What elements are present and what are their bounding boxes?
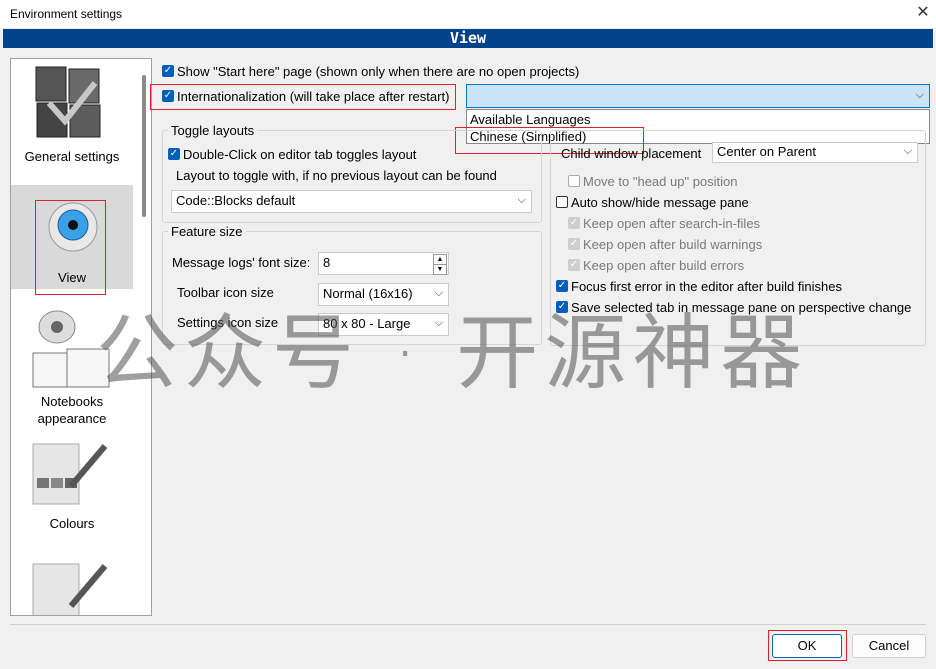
double-click-toggle-checkbox[interactable]: ✓ (168, 148, 180, 160)
show-start-here-checkbox[interactable]: ✓ (162, 65, 174, 77)
sidebar-item-colours[interactable]: Colours (11, 434, 133, 539)
feature-size-title: Feature size (168, 224, 246, 239)
font-size-label: Message logs' font size: (172, 255, 311, 270)
scrollbar-thumb[interactable] (142, 75, 146, 217)
spin-down-icon[interactable]: ▼ (433, 264, 447, 275)
general-settings-icon (35, 66, 101, 138)
highlight-box-ok (768, 630, 847, 661)
child-window-placement-label: Child window placement (561, 146, 702, 161)
highlight-box-internationalization (150, 84, 456, 110)
footer-divider (10, 624, 926, 625)
highlight-box-view (35, 200, 106, 295)
palette-icon (32, 443, 108, 505)
show-start-here-label: Show "Start here" page (shown only when … (177, 64, 580, 79)
keep-open-errors-label: Keep open after build errors (583, 258, 745, 273)
font-size-spinner[interactable]: 8 ▲ ▼ (318, 252, 449, 275)
layout-hint-label: Layout to toggle with, if no previous la… (176, 168, 497, 183)
layout-value: Code::Blocks default (176, 193, 296, 208)
toggle-layouts-title: Toggle layouts (168, 123, 258, 138)
close-icon[interactable]: ✕ (912, 3, 934, 23)
title-bar: Environment settings ✕ (0, 0, 936, 28)
language-select[interactable]: ⌵ (466, 84, 930, 108)
sidebar-item-more[interactable] (11, 554, 133, 615)
watermark: 公众号 · 开源神器 (96, 306, 809, 401)
palette-icon (32, 563, 108, 615)
cancel-button[interactable]: Cancel (852, 634, 926, 658)
chevron-down-icon: ⌵ (915, 89, 924, 101)
dropdown-item-available-languages[interactable]: Available Languages (470, 112, 590, 127)
child-window-placement-select[interactable]: Center on Parent ⌵ (712, 142, 918, 163)
font-size-value: 8 (323, 255, 331, 270)
keep-open-warnings-checkbox[interactable]: ✓ (568, 238, 580, 250)
keep-open-search-checkbox[interactable]: ✓ (568, 217, 580, 229)
auto-show-hide-checkbox[interactable] (556, 196, 568, 208)
sidebar-item-label: Colours (49, 516, 95, 531)
double-click-toggle-label: Double-Click on editor tab toggles layou… (183, 147, 417, 162)
keep-open-warnings-label: Keep open after build warnings (583, 237, 763, 252)
chevron-down-icon: ⌵ (517, 194, 526, 206)
sidebar-item-general-settings[interactable]: General settings (11, 59, 133, 179)
sidebar-item-label: General settings (24, 149, 120, 164)
chevron-down-icon: ⌵ (903, 145, 912, 157)
move-head-up-checkbox[interactable] (568, 175, 580, 187)
auto-show-hide-label: Auto show/hide message pane (571, 195, 749, 210)
keep-open-search-label: Keep open after search-in-files (583, 216, 761, 231)
keep-open-errors-checkbox[interactable]: ✓ (568, 259, 580, 271)
child-window-placement-value: Center on Parent (717, 144, 817, 159)
page-title: View (3, 29, 933, 48)
layout-select[interactable]: Code::Blocks default ⌵ (171, 190, 532, 213)
window-title: Environment settings (10, 7, 123, 21)
move-head-up-label: Move to "head up" position (583, 174, 738, 189)
